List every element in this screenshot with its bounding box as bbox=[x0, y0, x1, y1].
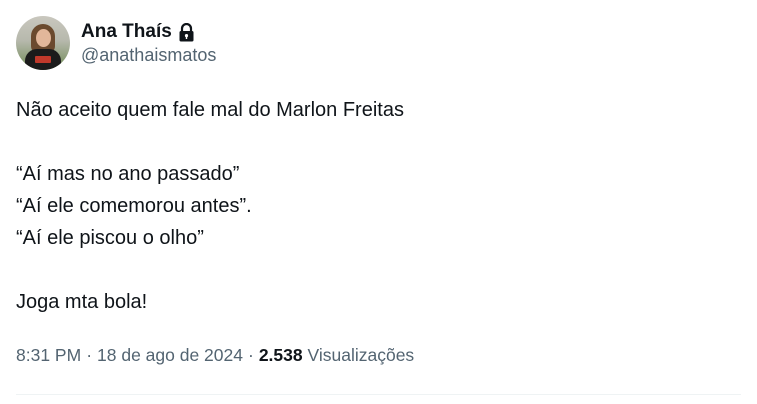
display-name[interactable]: Ana Thaís bbox=[81, 21, 172, 43]
tweet-line: Não aceito quem fale mal do Marlon Freit… bbox=[16, 99, 404, 121]
tweet-date[interactable]: 18 de ago de 2024 bbox=[97, 345, 243, 366]
meta-separator: · bbox=[248, 345, 254, 365]
handle[interactable]: @anathaismatos bbox=[81, 45, 216, 66]
tweet-time[interactable]: 8:31 PM bbox=[16, 345, 81, 366]
tweet-meta: 8:31 PM · 18 de ago de 2024 · 2.538 Visu… bbox=[16, 345, 414, 366]
tweet-header: Ana Thaís @anathaismatos bbox=[16, 14, 741, 72]
views-label[interactable]: Visualizações bbox=[308, 345, 415, 366]
lock-icon bbox=[178, 22, 195, 42]
tweet: Ana Thaís @anathaismatos Não aceito quem… bbox=[16, 14, 741, 318]
avatar[interactable] bbox=[16, 16, 70, 70]
divider bbox=[16, 394, 741, 395]
tweet-text: Não aceito quem fale mal do Marlon Freit… bbox=[16, 94, 741, 318]
meta-separator: · bbox=[86, 345, 93, 365]
author-names: Ana Thaís @anathaismatos bbox=[81, 20, 216, 66]
views-count[interactable]: 2.538 bbox=[259, 345, 303, 366]
tweet-line: “Aí ele piscou o olho” bbox=[16, 227, 204, 249]
name-row: Ana Thaís bbox=[81, 20, 216, 44]
tweet-line: Joga mta bola! bbox=[16, 291, 148, 313]
avatar-face bbox=[36, 29, 51, 47]
avatar-shirt-print bbox=[35, 56, 51, 63]
tweet-line: “Aí mas no ano passado” bbox=[16, 163, 240, 185]
tweet-line: “Aí ele comemorou antes”. bbox=[16, 195, 252, 217]
